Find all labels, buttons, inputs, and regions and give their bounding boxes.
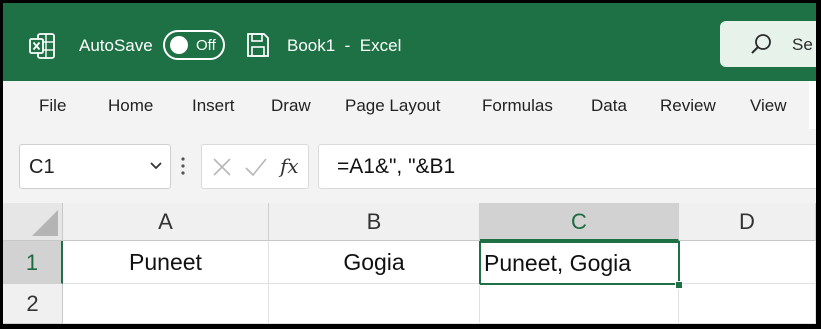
document-title: Book1 - Excel <box>287 36 401 56</box>
name-box-value: C1 <box>29 156 55 178</box>
autosave-state: Off <box>196 37 216 54</box>
ribbon-tabs: File Home Insert Draw Page Layout Formul… <box>3 81 816 129</box>
cell-d2[interactable] <box>679 284 816 324</box>
cell-a1[interactable]: Puneet <box>63 241 269 284</box>
excel-window: AutoSave Off Book1 - Excel Se File Home … <box>3 3 816 324</box>
tab-page-layout[interactable]: Page Layout <box>345 96 440 116</box>
worksheet-grid: A B C D 1 2 Puneet Gogia Puneet, Gogia <box>3 203 816 324</box>
save-icon[interactable] <box>246 32 270 58</box>
tab-file[interactable]: File <box>39 96 66 116</box>
cell-d1[interactable] <box>680 241 816 284</box>
tab-home[interactable]: Home <box>108 96 153 116</box>
column-header-d[interactable]: D <box>679 203 816 241</box>
enter-check-icon[interactable] <box>244 157 268 177</box>
cell-b2[interactable] <box>269 284 480 324</box>
document-name: Book1 <box>287 36 336 55</box>
formula-controls: fx <box>201 144 309 189</box>
select-all-icon <box>32 210 58 236</box>
excel-icon[interactable] <box>29 33 55 59</box>
search-box[interactable]: Se <box>720 21 816 67</box>
tab-view[interactable]: View <box>750 96 787 116</box>
cell-c1[interactable]: Puneet, Gogia <box>479 241 680 285</box>
title-bar: AutoSave Off Book1 - Excel Se <box>3 3 816 81</box>
tab-draw[interactable]: Draw <box>271 96 311 116</box>
column-header-b[interactable]: B <box>269 203 480 241</box>
cancel-icon[interactable] <box>212 157 232 177</box>
autosave-label: AutoSave <box>79 36 153 55</box>
cell-b1[interactable]: Gogia <box>269 241 480 284</box>
tab-formulas[interactable]: Formulas <box>482 96 553 116</box>
row-header-1[interactable]: 1 <box>3 241 63 284</box>
row-header-2[interactable]: 2 <box>3 284 63 324</box>
formula-input[interactable]: =A1&", "&B1 <box>318 144 816 189</box>
name-box[interactable]: C1 <box>19 144 171 189</box>
column-header-a[interactable]: A <box>63 203 269 241</box>
select-all-corner[interactable] <box>3 203 63 241</box>
tab-review[interactable]: Review <box>660 96 716 116</box>
tab-insert[interactable]: Insert <box>192 96 235 116</box>
formula-bar: C1 fx =A1&", "&B1 <box>3 129 816 203</box>
cell-a2[interactable] <box>63 284 269 324</box>
search-placeholder: Se <box>792 35 813 54</box>
cell-c2[interactable] <box>480 285 679 324</box>
fill-handle[interactable] <box>675 281 683 289</box>
title-separator: - <box>344 36 351 55</box>
column-header-c[interactable]: C <box>480 203 679 241</box>
insert-function-icon[interactable]: fx <box>280 154 299 178</box>
formula-text: =A1&", "&B1 <box>337 155 456 178</box>
more-options-icon[interactable] <box>181 157 185 175</box>
app-name: Excel <box>359 36 402 55</box>
tab-data[interactable]: Data <box>591 96 627 116</box>
autosave-toggle[interactable]: Off <box>163 30 225 60</box>
menu-edge <box>809 81 816 129</box>
search-icon <box>751 34 771 54</box>
chevron-down-icon[interactable] <box>150 161 162 171</box>
toggle-knob <box>170 36 188 54</box>
